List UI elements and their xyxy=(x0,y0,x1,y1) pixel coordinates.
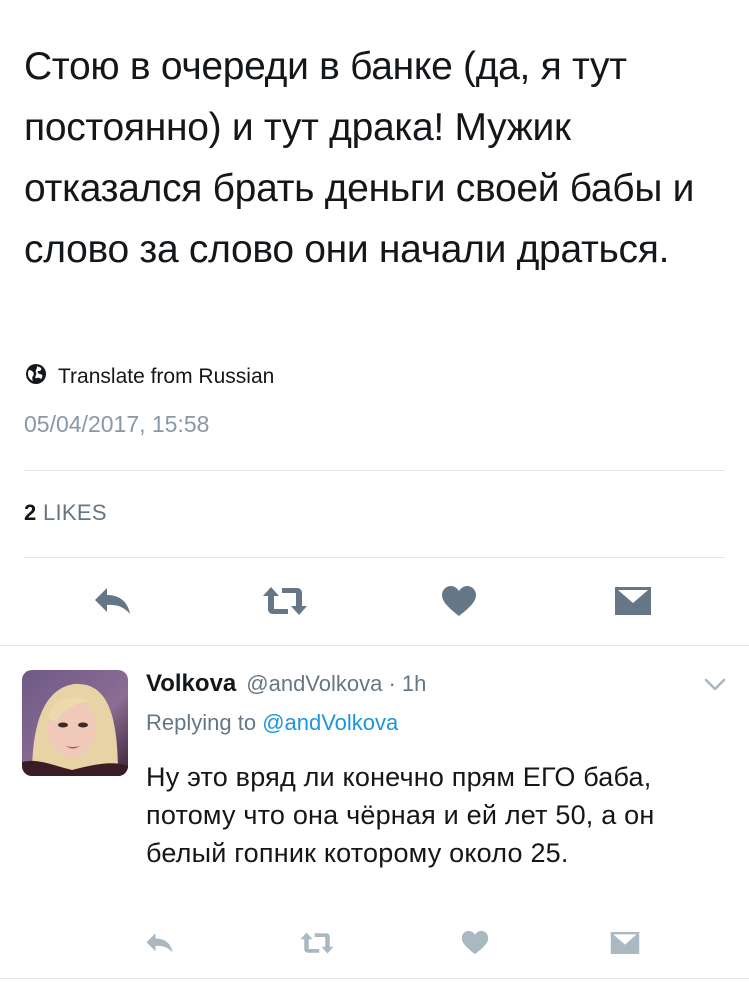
reply-reply-button[interactable] xyxy=(140,925,180,965)
like-heart-icon xyxy=(441,585,477,622)
direct-message-button[interactable] xyxy=(608,578,658,628)
reply-author-name[interactable]: Volkova xyxy=(146,670,236,698)
reply-author-handle: @andVolkova · 1h xyxy=(246,671,427,696)
tweet-text: Стою в очереди в банке (да, я тут постоя… xyxy=(24,45,695,271)
tweet-action-bar xyxy=(0,578,749,628)
reply-button[interactable] xyxy=(88,578,138,628)
reply-retweet-button[interactable] xyxy=(297,925,337,965)
direct-message-icon xyxy=(610,931,640,960)
reply-text: Ну это вряд ли конечно прям ЕГО баба, по… xyxy=(146,762,655,868)
translate-label: Translate from Russian xyxy=(58,365,275,388)
reply-menu-button[interactable] xyxy=(700,672,730,702)
reply-icon xyxy=(145,931,175,960)
reply-like-button[interactable] xyxy=(455,925,495,965)
globe-icon xyxy=(24,362,48,392)
retweet-button[interactable] xyxy=(260,578,310,628)
tweet-detail-screen: Стою в очереди в банке (да, я тут постоя… xyxy=(0,0,749,983)
replying-mention-link[interactable]: @andVolkova xyxy=(262,710,398,735)
chevron-down-icon xyxy=(704,678,726,697)
retweet-icon xyxy=(261,585,309,622)
divider xyxy=(24,557,725,558)
divider xyxy=(0,978,749,979)
retweet-icon xyxy=(299,931,335,960)
like-button[interactable] xyxy=(434,578,484,628)
likes-label: LIKES xyxy=(42,500,107,525)
avatar[interactable] xyxy=(22,670,128,776)
reply-separator xyxy=(0,645,749,646)
reply-icon xyxy=(93,585,133,622)
like-heart-icon xyxy=(461,930,489,960)
reply-header: Volkova @andVolkova · 1h xyxy=(146,670,426,698)
tweet-timestamp: 05/04/2017, 15:58 xyxy=(24,411,210,437)
direct-message-icon xyxy=(614,586,652,621)
divider xyxy=(24,470,725,471)
translate-button[interactable]: Translate from Russian xyxy=(24,362,274,392)
reply-action-bar xyxy=(0,925,749,965)
reply-direct-message-button[interactable] xyxy=(605,925,645,965)
likes-stat[interactable]: 2 LIKES xyxy=(24,500,107,526)
replying-to: Replying to @andVolkova xyxy=(146,710,398,736)
replying-prefix: Replying to xyxy=(146,710,263,735)
likes-count: 2 xyxy=(24,500,37,525)
